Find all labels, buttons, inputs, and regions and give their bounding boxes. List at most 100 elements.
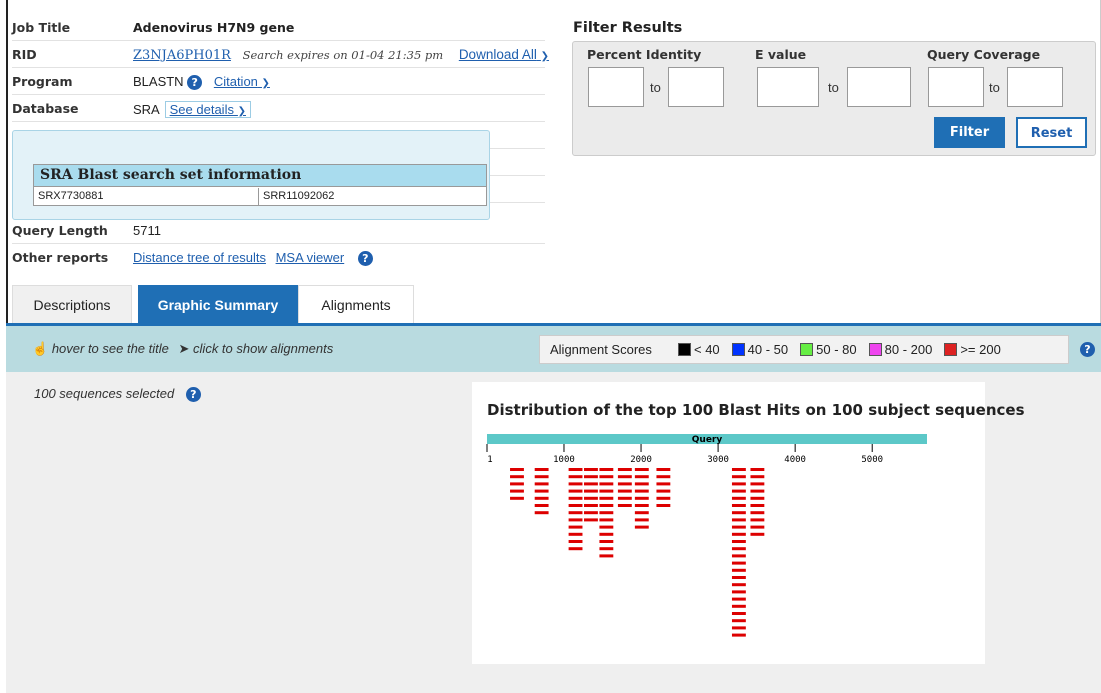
blast-hit-segment[interactable] (634, 468, 649, 471)
blast-hit-segment[interactable] (568, 540, 583, 543)
blast-hit-segment[interactable] (731, 518, 746, 522)
blast-hit-segment[interactable] (750, 525, 765, 529)
help-icon[interactable]: ? (185, 387, 201, 402)
blast-hit-segment[interactable] (599, 489, 614, 493)
blast-hit-segment[interactable] (584, 468, 598, 471)
blast-hit-segment[interactable] (584, 496, 598, 500)
blast-hit-segment[interactable] (656, 496, 671, 500)
blast-hit-segment[interactable] (731, 604, 746, 608)
blast-hit-segment[interactable] (599, 547, 614, 551)
blast-hit-segment[interactable] (656, 482, 671, 486)
blast-hit-segment[interactable] (534, 511, 549, 515)
blast-hit-segment[interactable] (510, 489, 524, 493)
blast-hit-segment[interactable] (584, 511, 598, 515)
blast-hit-segment[interactable] (656, 468, 671, 471)
blast-hit-segment[interactable] (731, 511, 746, 515)
e-value-min-input[interactable] (757, 67, 819, 107)
blast-hit-segment[interactable] (617, 468, 632, 471)
blast-hit-segment[interactable] (534, 468, 549, 471)
blast-hit-segment[interactable] (731, 496, 746, 500)
blast-hit-segment[interactable] (731, 633, 746, 637)
blast-hit-segment[interactable] (584, 482, 598, 486)
blast-hit-segment[interactable] (510, 475, 524, 479)
help-icon[interactable]: ? (1080, 342, 1095, 357)
blast-hit-segment[interactable] (731, 561, 746, 565)
blast-hit-segment[interactable] (568, 518, 583, 522)
rid-link[interactable]: Z3NJA6PH01R (133, 48, 231, 63)
blast-hit-segment[interactable] (731, 576, 746, 579)
tab-graphic-summary[interactable]: Graphic Summary (138, 285, 298, 323)
blast-hit-segment[interactable] (750, 489, 765, 493)
blast-hit-segment[interactable] (731, 532, 746, 536)
tab-descriptions[interactable]: Descriptions (12, 285, 132, 323)
blast-hit-segment[interactable] (510, 468, 524, 471)
blast-hit-segment[interactable] (599, 475, 614, 479)
reset-button[interactable]: Reset (1016, 117, 1087, 148)
blast-hit-segment[interactable] (634, 525, 649, 529)
blast-hit-segment[interactable] (510, 496, 524, 500)
blast-hit-segment[interactable] (634, 511, 649, 515)
blast-hit-segment[interactable] (584, 475, 598, 479)
blast-hit-segment[interactable] (599, 525, 614, 529)
blast-hit-segment[interactable] (568, 482, 583, 486)
blast-hit-segment[interactable] (750, 496, 765, 500)
blast-hit-segment[interactable] (599, 511, 614, 515)
blast-hit-segment[interactable] (634, 496, 649, 500)
blast-hit-segment[interactable] (731, 626, 746, 630)
blast-hit-segment[interactable] (731, 547, 746, 551)
blast-hit-segment[interactable] (584, 489, 598, 493)
blast-hit-segment[interactable] (534, 496, 549, 500)
percent-identity-min-input[interactable] (588, 67, 644, 107)
blast-hit-segment[interactable] (750, 482, 765, 486)
blast-hit-segment[interactable] (599, 540, 614, 543)
blast-hit-segment[interactable] (599, 554, 614, 558)
blast-hit-segment[interactable] (731, 612, 746, 615)
query-coverage-max-input[interactable] (1007, 67, 1063, 107)
msa-viewer-link[interactable]: MSA viewer (276, 250, 345, 265)
blast-hit-segment[interactable] (731, 475, 746, 479)
citation-link[interactable]: Citation ❯ (214, 74, 270, 89)
percent-identity-max-input[interactable] (668, 67, 724, 107)
blast-hit-segment[interactable] (568, 525, 583, 529)
blast-hit-segment[interactable] (568, 475, 583, 479)
blast-hit-segment[interactable] (731, 468, 746, 471)
blast-hit-segment[interactable] (599, 496, 614, 500)
distance-tree-link[interactable]: Distance tree of results (133, 250, 266, 265)
blast-hit-segment[interactable] (731, 568, 746, 572)
blast-hit-segment[interactable] (634, 504, 649, 507)
blast-hit-segment[interactable] (568, 511, 583, 515)
blast-hit-segment[interactable] (617, 475, 632, 479)
blast-hit-segment[interactable] (634, 489, 649, 493)
blast-hit-segment[interactable] (634, 482, 649, 486)
blast-hit-segment[interactable] (617, 496, 632, 500)
blast-hit-segment[interactable] (599, 468, 614, 471)
blast-hit-segment[interactable] (634, 518, 649, 522)
blast-hit-segment[interactable] (656, 504, 671, 507)
blast-hit-segment[interactable] (731, 525, 746, 529)
blast-hit-segment[interactable] (617, 504, 632, 507)
blast-hit-segment[interactable] (568, 489, 583, 493)
blast-hit-segment[interactable] (731, 482, 746, 486)
tab-alignments[interactable]: Alignments (298, 285, 414, 323)
blast-hit-segment[interactable] (584, 504, 598, 507)
blast-hit-segment[interactable] (510, 482, 524, 486)
blast-hit-segment[interactable] (568, 496, 583, 500)
blast-hit-segment[interactable] (731, 540, 746, 543)
blast-hit-segment[interactable] (534, 482, 549, 486)
query-coverage-min-input[interactable] (928, 67, 984, 107)
blast-hit-segment[interactable] (534, 489, 549, 493)
help-icon[interactable]: ? (357, 251, 373, 266)
blast-hit-segment[interactable] (599, 518, 614, 522)
blast-hit-segment[interactable] (731, 597, 746, 601)
blast-hit-segment[interactable] (731, 504, 746, 507)
blast-hit-segment[interactable] (534, 504, 549, 507)
blast-hit-segment[interactable] (731, 489, 746, 493)
blast-hit-segment[interactable] (534, 475, 549, 479)
blast-hit-segment[interactable] (750, 518, 765, 522)
blast-hit-segment[interactable] (568, 532, 583, 536)
blast-hit-segment[interactable] (584, 518, 598, 522)
blast-hit-segment[interactable] (750, 504, 765, 507)
blast-hit-segment[interactable] (656, 475, 671, 479)
see-details-button[interactable]: See details ❯ (164, 101, 251, 118)
blast-hit-segment[interactable] (599, 504, 614, 507)
